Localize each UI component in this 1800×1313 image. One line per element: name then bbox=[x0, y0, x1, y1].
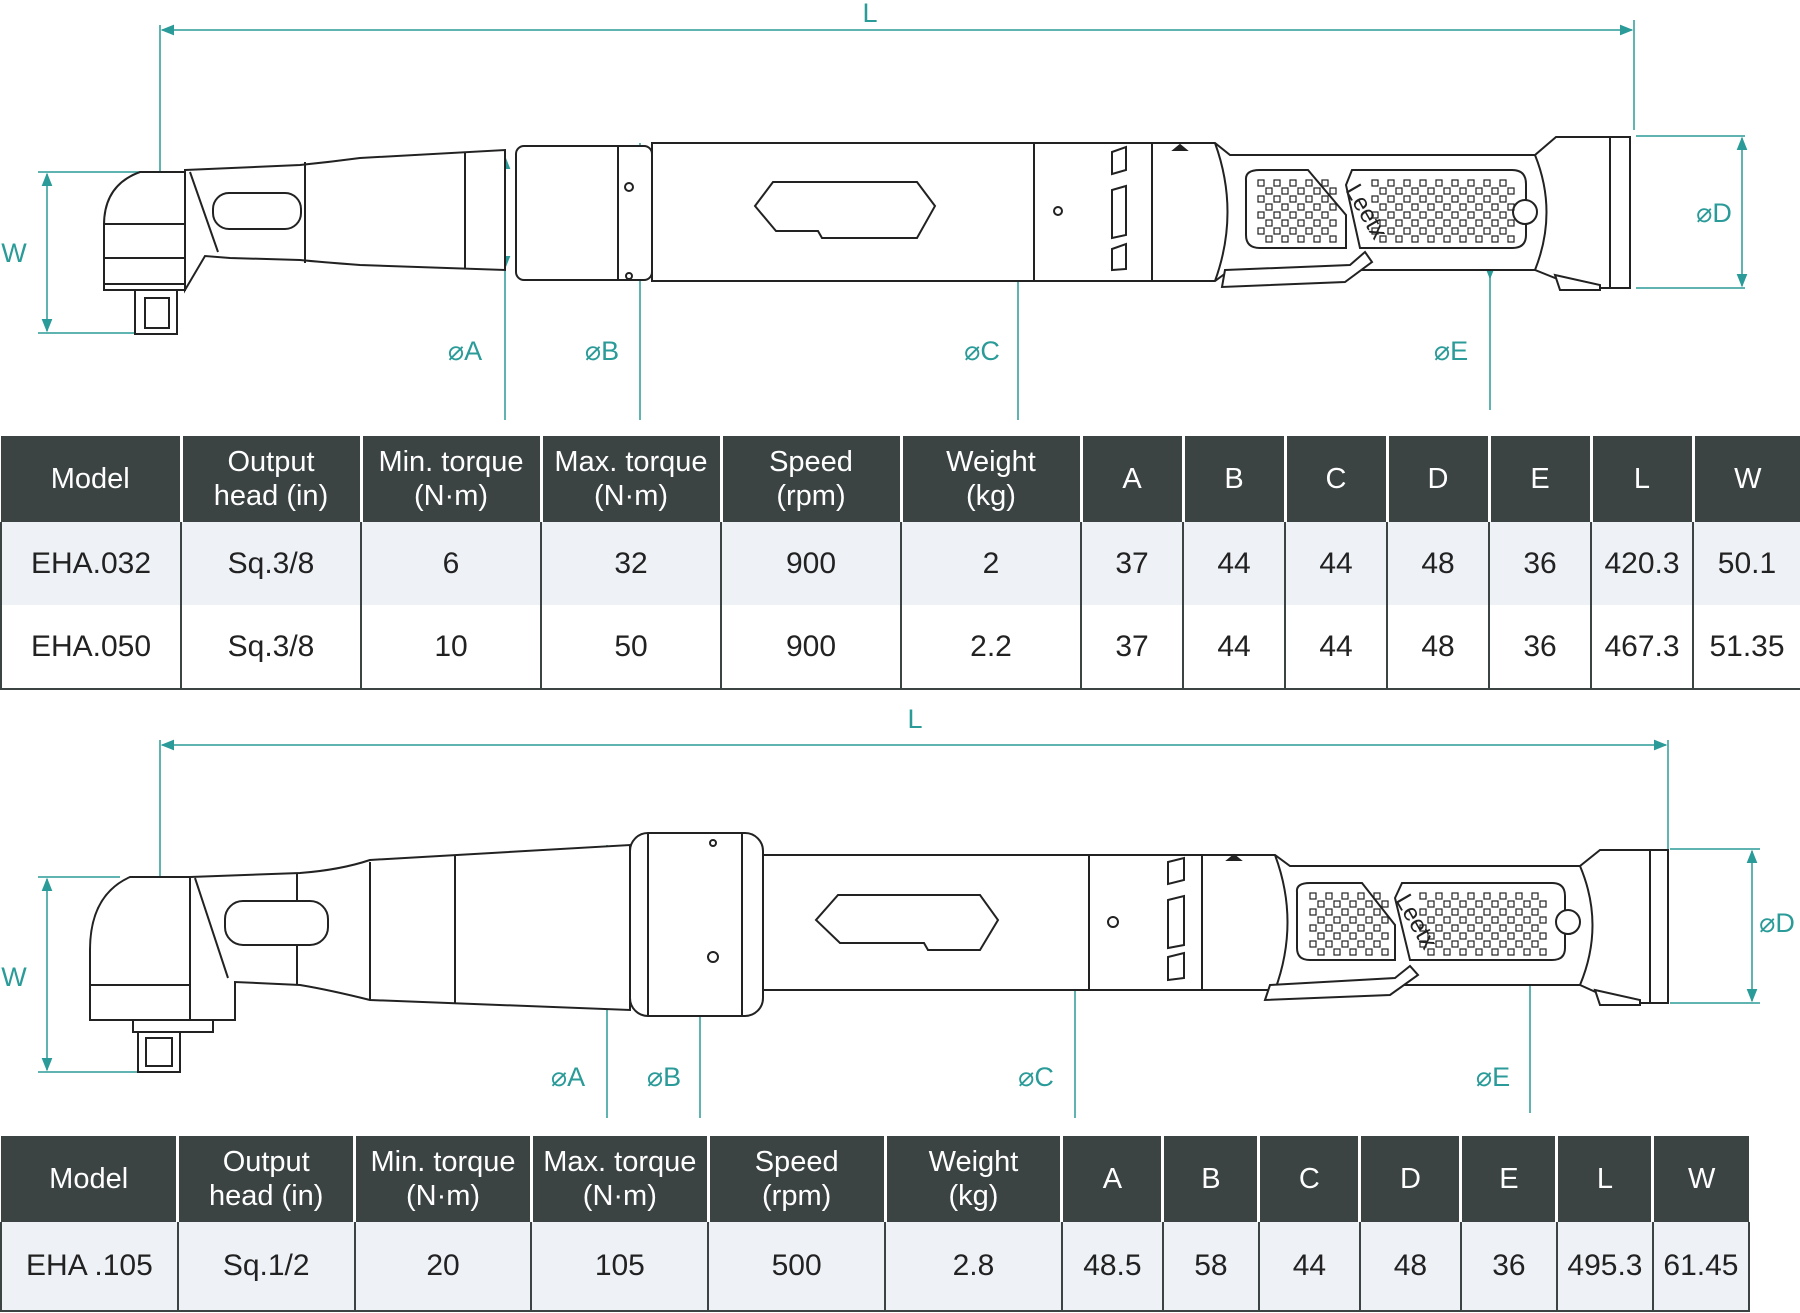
dim-label-b: ⌀B bbox=[647, 1062, 681, 1092]
spec-table-bottom: Model Output head (in) Min. torque (N·m) M… bbox=[0, 1136, 1751, 1312]
cell-d: 48 bbox=[1387, 605, 1490, 690]
cell-max-torque: 50 bbox=[541, 605, 722, 690]
cell-output-head: Sq.1/2 bbox=[177, 1222, 356, 1312]
cell-a: 37 bbox=[1081, 605, 1184, 690]
cell-b: 58 bbox=[1162, 1222, 1260, 1312]
dim-label-w: W bbox=[1, 962, 27, 992]
cell-weight: 2 bbox=[901, 522, 1082, 605]
dim-label-d: ⌀D bbox=[1696, 198, 1732, 228]
header-e: E bbox=[1489, 436, 1593, 522]
cell-c: 44 bbox=[1285, 605, 1388, 690]
cell-model: EHA.050 bbox=[0, 605, 182, 690]
bottom-tool-body bbox=[89, 832, 1669, 1073]
dim-label-l: L bbox=[862, 0, 877, 28]
cell-output-head: Sq.3/8 bbox=[181, 605, 362, 690]
dim-label-c: ⌀C bbox=[1018, 1062, 1054, 1092]
bottom-tool-svg: L W ⌀A ⌀B ⌀C ⌀D ⌀E Leetx bbox=[1, 704, 1795, 1118]
cell-min-torque: 10 bbox=[361, 605, 542, 690]
header-speed: Speed (rpm) bbox=[708, 1136, 887, 1222]
dim-label-a: ⌀A bbox=[448, 336, 482, 366]
cell-w: 61.45 bbox=[1652, 1222, 1751, 1312]
header-weight: Weight (kg) bbox=[901, 436, 1083, 522]
header-a: A bbox=[1081, 436, 1185, 522]
header-b: B bbox=[1162, 1136, 1261, 1222]
header-min-torque: Min. torque (N·m) bbox=[361, 436, 543, 522]
cell-model: EHA.032 bbox=[0, 522, 182, 605]
cell-e: 36 bbox=[1489, 522, 1592, 605]
cell-l: 420.3 bbox=[1591, 522, 1694, 605]
header-l: L bbox=[1591, 436, 1695, 522]
table-header-row: Model Output head (in) Min. torque (N·m) M… bbox=[1, 436, 1800, 522]
cell-speed: 500 bbox=[708, 1222, 887, 1312]
header-max-torque: Max. torque (N·m) bbox=[531, 1136, 710, 1222]
dim-label-d: ⌀D bbox=[1759, 908, 1795, 938]
header-a: A bbox=[1061, 1136, 1165, 1222]
cell-a: 48.5 bbox=[1061, 1222, 1164, 1312]
cell-l: 467.3 bbox=[1591, 605, 1694, 690]
cell-speed: 900 bbox=[721, 605, 902, 690]
cell-c: 44 bbox=[1285, 522, 1388, 605]
dim-label-c: ⌀C bbox=[964, 336, 1000, 366]
header-c: C bbox=[1258, 1136, 1362, 1222]
dim-label-b: ⌀B bbox=[585, 336, 619, 366]
top-tool-drawing: L W ⌀A ⌀B ⌀C ⌀D ⌀E Leetx bbox=[0, 0, 1800, 436]
cell-w: 51.35 bbox=[1693, 605, 1800, 690]
cell-weight: 2.8 bbox=[885, 1222, 1063, 1312]
cell-l: 495.3 bbox=[1556, 1222, 1654, 1312]
header-model: Model bbox=[1, 1136, 180, 1222]
bottom-tool-drawing: L W ⌀A ⌀B ⌀C ⌀D ⌀E Leetx bbox=[0, 700, 1800, 1136]
header-w: W bbox=[1652, 1136, 1749, 1222]
table-row: EHA .105 Sq.1/2 20 105 500 2.8 48.5 58 4… bbox=[0, 1222, 1751, 1312]
cell-min-torque: 20 bbox=[354, 1222, 533, 1312]
header-e: E bbox=[1460, 1136, 1559, 1222]
header-model: Model bbox=[1, 436, 183, 522]
header-max-torque: Max. torque (N·m) bbox=[541, 436, 723, 522]
table-row: EHA.050 Sq.3/8 10 50 900 2.2 37 44 44 48… bbox=[0, 605, 1800, 690]
header-c: C bbox=[1285, 436, 1389, 522]
cell-e: 36 bbox=[1460, 1222, 1558, 1312]
dim-label-w: W bbox=[1, 238, 27, 268]
dim-label-a: ⌀A bbox=[551, 1062, 585, 1092]
cell-d: 48 bbox=[1387, 522, 1490, 605]
cell-w: 50.1 bbox=[1693, 522, 1800, 605]
header-d: D bbox=[1359, 1136, 1463, 1222]
spec-table-top: Model Output head (in) Min. torque (N·m) M… bbox=[0, 436, 1800, 690]
header-weight: Weight (kg) bbox=[885, 1136, 1064, 1222]
cell-output-head: Sq.3/8 bbox=[181, 522, 362, 605]
top-tool-svg: L W ⌀A ⌀B ⌀C ⌀D ⌀E Leetx bbox=[1, 0, 1748, 420]
cell-c: 44 bbox=[1258, 1222, 1361, 1312]
table-row: EHA.032 Sq.3/8 6 32 900 2 37 44 44 48 36… bbox=[0, 522, 1800, 605]
cell-max-torque: 32 bbox=[541, 522, 722, 605]
cell-d: 48 bbox=[1359, 1222, 1462, 1312]
header-b: B bbox=[1183, 436, 1287, 522]
cell-model: EHA .105 bbox=[0, 1222, 179, 1312]
header-output-head: Output head (in) bbox=[177, 1136, 357, 1222]
dim-label-e: ⌀E bbox=[1434, 336, 1468, 366]
cell-a: 37 bbox=[1081, 522, 1184, 605]
dim-label-e: ⌀E bbox=[1476, 1062, 1510, 1092]
cell-min-torque: 6 bbox=[361, 522, 542, 605]
cell-weight: 2.2 bbox=[901, 605, 1082, 690]
cell-max-torque: 105 bbox=[531, 1222, 710, 1312]
cell-speed: 900 bbox=[721, 522, 902, 605]
header-output-head: Output head (in) bbox=[181, 436, 363, 522]
table-header-row: Model Output head (in) Min. torque (N·m) M… bbox=[1, 1136, 1749, 1222]
dim-label-l: L bbox=[907, 704, 922, 734]
header-min-torque: Min. torque (N·m) bbox=[354, 1136, 533, 1222]
header-speed: Speed (rpm) bbox=[721, 436, 903, 522]
cell-b: 44 bbox=[1183, 522, 1286, 605]
header-d: D bbox=[1387, 436, 1491, 522]
cell-e: 36 bbox=[1489, 605, 1592, 690]
header-l: L bbox=[1556, 1136, 1655, 1222]
header-w: W bbox=[1693, 436, 1800, 522]
cell-b: 44 bbox=[1183, 605, 1286, 690]
